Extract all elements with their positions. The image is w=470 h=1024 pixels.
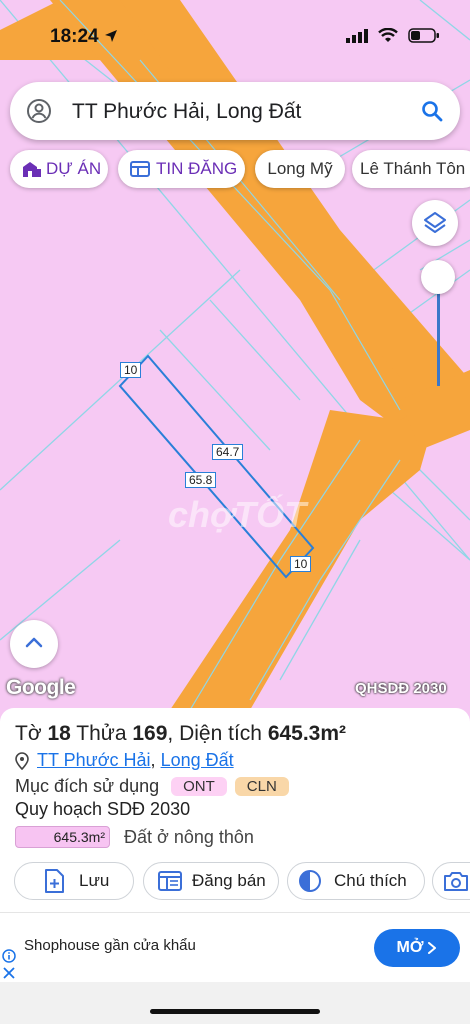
chevron-up-icon [25, 637, 43, 648]
battery-icon [408, 28, 439, 43]
chip-label: DỰ ÁN [46, 159, 102, 178]
layers-button[interactable] [412, 200, 458, 246]
status-bar: 18:24 [0, 0, 470, 78]
ad-text: Shophouse gần cửa khẩu [24, 937, 196, 954]
chip-tin-dang[interactable]: TIN ĐĂNG [118, 150, 245, 188]
building-icon [23, 162, 41, 177]
chip-le-thanh-ton[interactable]: Lê Thánh Tôn [352, 150, 470, 188]
tag-ont: ONT [171, 777, 227, 796]
listing-icon [130, 161, 150, 177]
home-indicator[interactable] [150, 1009, 320, 1014]
plan-area-row: 645.3m² Đất ở nông thôn [15, 826, 254, 848]
save-button[interactable]: Lưu [14, 862, 134, 900]
plan-title: Quy hoạch SDĐ 2030 [15, 799, 191, 819]
chip-du-an[interactable]: DỰ ÁN [10, 150, 108, 188]
plan-area-value: 645.3m² [15, 826, 110, 848]
ad-banner[interactable]: Shophouse gần cửa khẩu MỞ [0, 912, 470, 983]
layers-icon [424, 212, 446, 233]
chip-label: TIN ĐĂNG [156, 159, 238, 178]
legend-label: Chú thích [334, 871, 407, 890]
location-arrow-icon [104, 30, 117, 42]
parcel-location: TT Phước Hải, Long Đất [15, 750, 234, 771]
camera-icon [444, 872, 468, 891]
home-indicator-area [0, 982, 470, 1024]
status-time: 18:24 [50, 26, 118, 48]
dimension-label: 64.7 [212, 444, 244, 460]
parcel-title: Tờ 18 Thửa 169, Diện tích 645.3m² [15, 722, 347, 745]
account-icon[interactable] [26, 98, 52, 124]
ad-open-button[interactable]: MỞ [374, 929, 460, 967]
search-icon[interactable] [420, 99, 444, 123]
search-bar[interactable]: TT Phước Hải, Long Đất [10, 82, 460, 140]
add-file-icon [45, 869, 64, 893]
opacity-slider-handle[interactable] [421, 260, 455, 294]
ad-info-icon[interactable] [2, 949, 16, 963]
search-input[interactable]: TT Phước Hải, Long Đất [72, 100, 301, 124]
dimension-label: 65.8 [185, 472, 217, 488]
expand-up-button[interactable] [10, 620, 58, 668]
plan-area-type: Đất ở nông thôn [124, 826, 254, 847]
ad-open-label: MỞ [396, 939, 424, 956]
ward-link[interactable]: TT Phước Hải [37, 750, 151, 770]
post-sale-label: Đăng bán [192, 871, 266, 890]
chip-label: Long Mỹ [267, 159, 333, 178]
land-use-purpose: Mục đích sử dụng ONT CLN [15, 776, 289, 797]
action-bar: Lưu Đăng bán Chú thích [14, 862, 470, 902]
ad-close-icon[interactable] [3, 967, 15, 979]
legend-button[interactable]: Chú thích [287, 862, 425, 900]
google-logo: Google [6, 676, 76, 699]
legend-icon [299, 870, 321, 892]
post-sale-button[interactable]: Đăng bán [143, 862, 279, 900]
layer-label: QHSDĐ 2030 [355, 680, 447, 697]
filter-chips: DỰ ÁN TIN ĐĂNG Long Mỹ Lê Thánh Tôn [10, 150, 470, 190]
opacity-slider-track[interactable] [437, 282, 440, 386]
signal-icon [346, 28, 368, 43]
chip-label: Lê Thánh Tôn [360, 159, 466, 178]
save-label: Lưu [79, 871, 110, 890]
chip-long-my[interactable]: Long Mỹ [255, 150, 345, 188]
chotot-watermark: chợTỐT [168, 494, 307, 535]
tag-cln: CLN [234, 777, 289, 796]
dimension-label: 10 [120, 362, 142, 378]
camera-button[interactable] [432, 862, 470, 900]
listing-icon [158, 871, 182, 891]
parcel-info-panel: Tờ 18 Thửa 169, Diện tích 645.3m² TT Phư… [0, 708, 470, 938]
purpose-label: Mục đích sử dụng [15, 776, 160, 796]
district-link[interactable]: Long Đất [161, 750, 234, 770]
chevron-right-icon [428, 942, 437, 954]
dimension-label: 10 [290, 556, 312, 572]
location-pin-icon [15, 751, 29, 770]
wifi-icon [378, 28, 398, 42]
